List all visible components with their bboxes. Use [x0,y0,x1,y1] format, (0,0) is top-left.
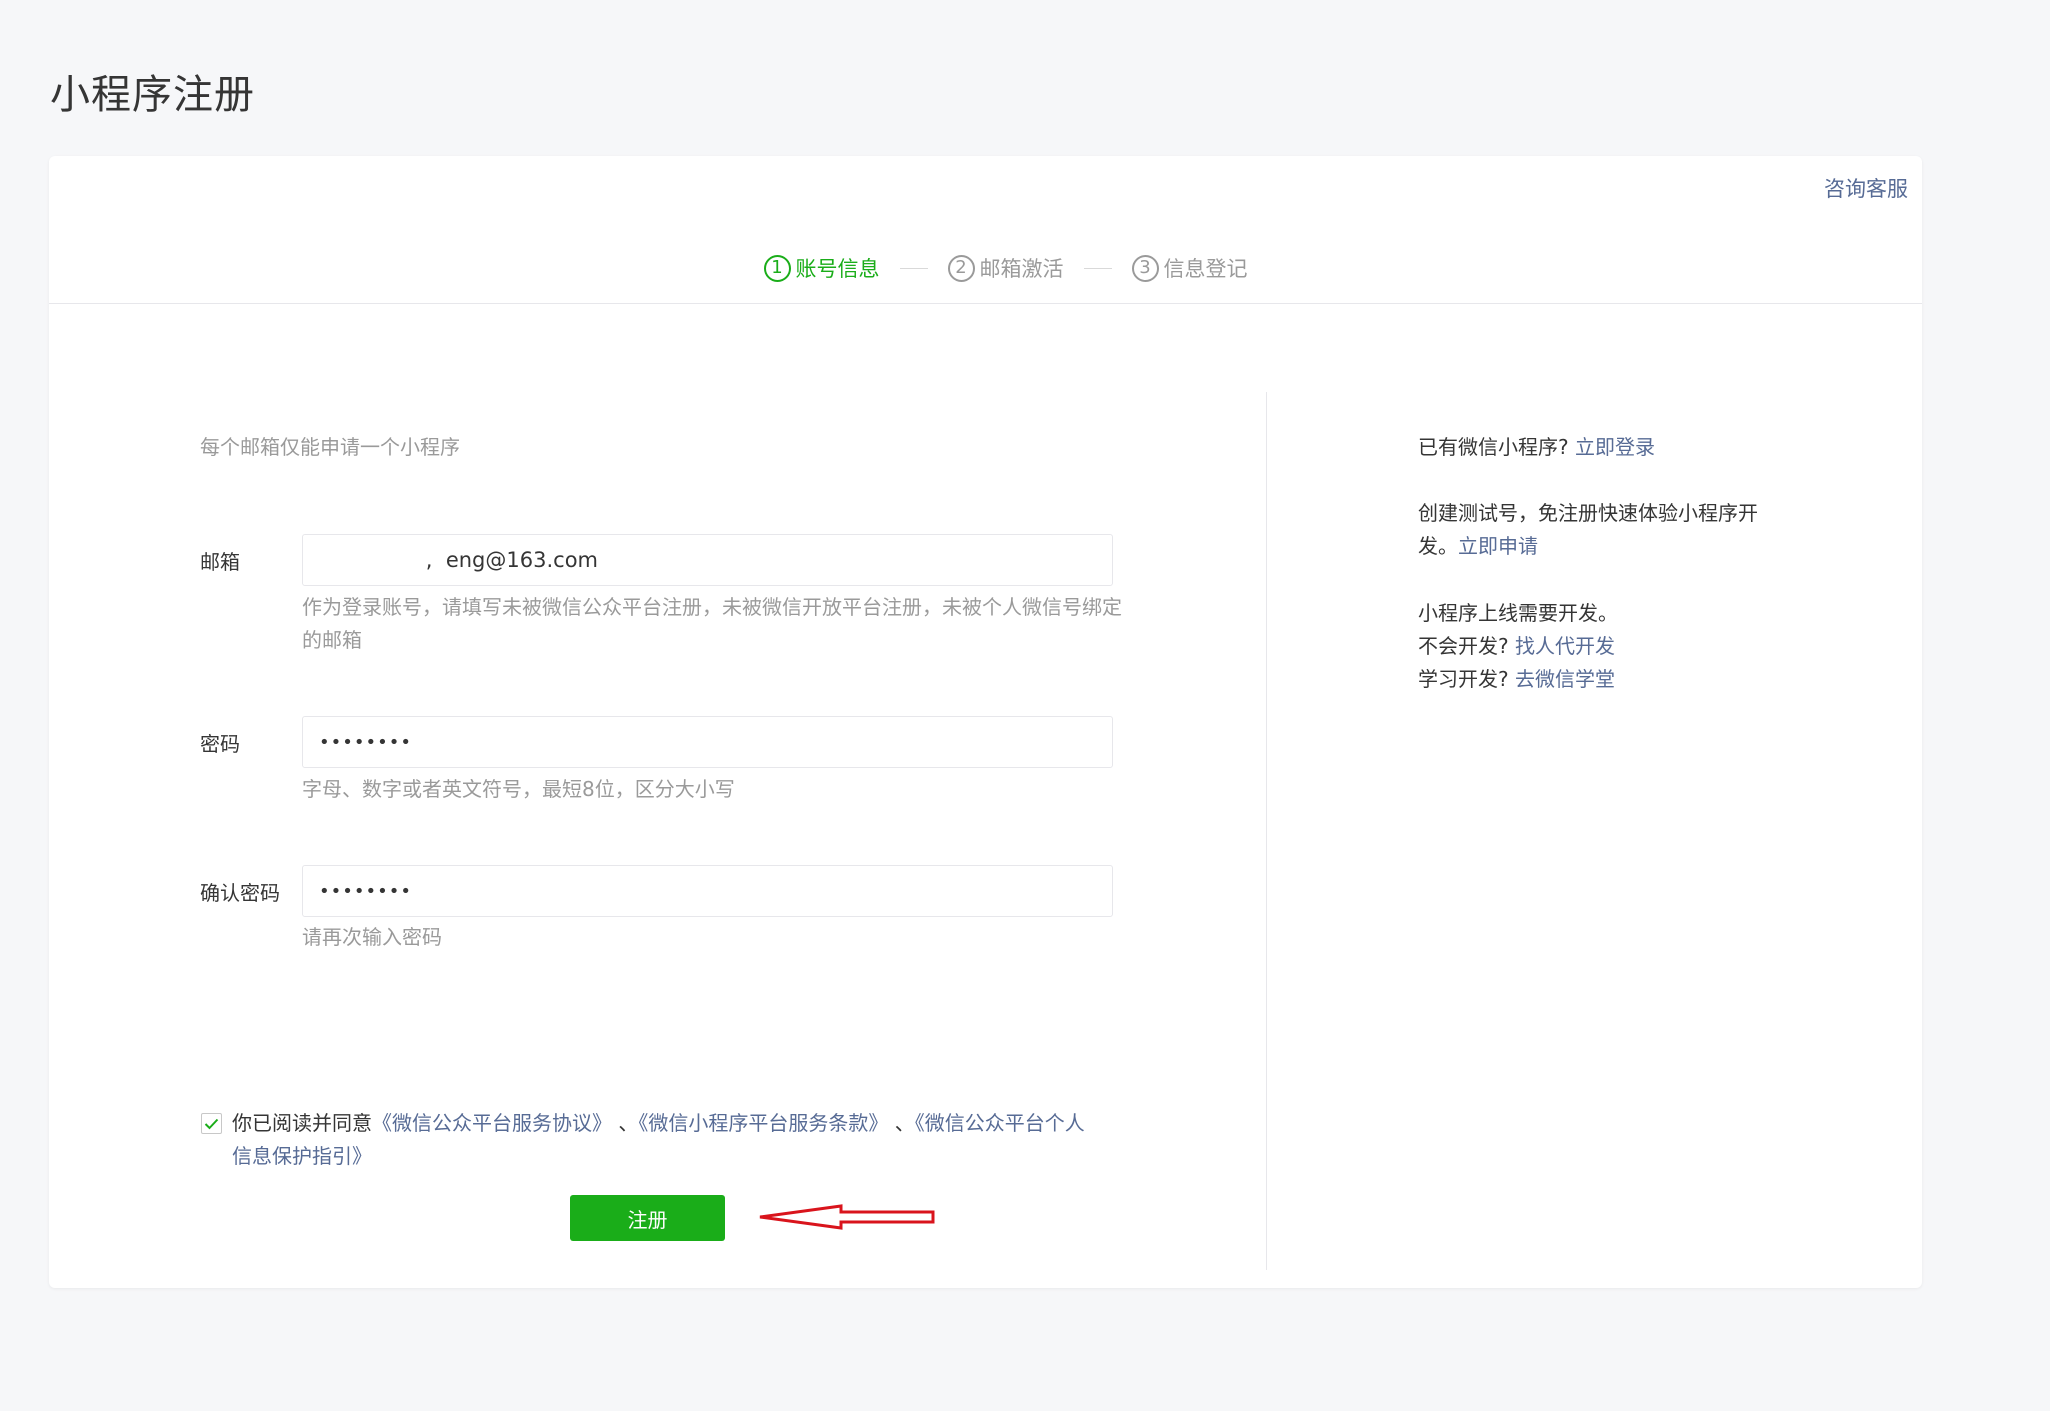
dev-info-block: 小程序上线需要开发。 不会开发? 找人代开发 学习开发? 去微信学堂 [1418,597,1618,696]
agreement-checkbox[interactable] [201,1113,222,1134]
register-button[interactable]: 注册 [570,1195,725,1241]
step-indicator: 1 账号信息 2 邮箱激活 3 信息登记 [49,248,1922,288]
step-email-activation: 2 邮箱激活 [947,253,1064,283]
no-dev-prompt: 不会开发? [1418,634,1509,658]
page-title: 小程序注册 [50,72,255,118]
agreement-row: 你已阅读并同意《微信公众平台服务协议》 、《微信小程序平台服务条款》 、《微信公… [201,1107,1101,1173]
step-number: 1 [763,254,791,282]
email-hint: 作为登录账号，请填写未被微信公众平台注册，未被微信开放平台注册，未被个人微信号绑… [302,595,1122,652]
step-label: 账号信息 [795,257,880,281]
step-number: 2 [947,254,975,282]
consult-service-link[interactable]: 咨询客服 [1824,173,1908,203]
step-number: 3 [1131,254,1159,282]
header-divider [49,303,1922,304]
agreement-separator: 、 [888,1111,915,1135]
login-link[interactable]: 立即登录 [1575,435,1655,459]
password-label: 密码 [200,732,240,756]
agreement-separator: 、 [612,1111,639,1135]
find-developer-link[interactable]: 找人代开发 [1515,634,1615,658]
registration-card: 咨询客服 1 账号信息 2 邮箱激活 3 信息登记 每个邮箱仅能申请一个小程序 … [49,156,1922,1288]
step-label: 邮箱激活 [979,257,1064,281]
agreement-text: 你已阅读并同意《微信公众平台服务协议》 、《微信小程序平台服务条款》 、《微信公… [201,1107,1101,1173]
step-connector [1083,267,1112,269]
step-label: 信息登记 [1163,257,1248,281]
column-divider [1266,392,1267,1270]
checkmark-icon [204,1118,219,1129]
learn-prompt: 学习开发? [1418,667,1509,691]
apply-test-account-link[interactable]: 立即申请 [1458,534,1538,558]
confirm-password-field[interactable] [302,865,1113,917]
password-hint: 字母、数字或者英文符号，最短8位，区分大小写 [302,777,735,801]
miniprogram-terms-link[interactable]: 《微信小程序平台服务条款》 [638,1111,888,1135]
confirm-password-hint: 请再次输入密码 [302,925,442,949]
login-prompt-block: 已有微信小程序? 立即登录 [1418,431,1655,464]
step-connector [899,267,928,269]
form-tip: 每个邮箱仅能申请一个小程序 [200,435,460,459]
confirm-password-label: 确认密码 [200,881,280,905]
service-agreement-link[interactable]: 《微信公众平台服务协议》 [372,1111,612,1135]
email-field[interactable] [302,534,1113,586]
password-field[interactable] [302,716,1113,768]
dev-note: 小程序上线需要开发。 [1418,601,1618,625]
agreement-prefix: 你已阅读并同意 [232,1111,372,1135]
no-dev-row: 不会开发? 找人代开发 [1418,630,1618,663]
step-info-registration: 3 信息登记 [1131,253,1248,283]
step-account-info: 1 账号信息 [763,253,880,283]
learn-dev-row: 学习开发? 去微信学堂 [1418,663,1618,696]
login-prompt: 已有微信小程序? [1418,435,1569,459]
email-label: 邮箱 [200,550,240,574]
wechat-academy-link[interactable]: 去微信学堂 [1515,667,1615,691]
test-account-block: 创建测试号，免注册快速体验小程序开发。立即申请 [1418,497,1778,563]
red-arrow-annotation-icon [759,1204,935,1230]
